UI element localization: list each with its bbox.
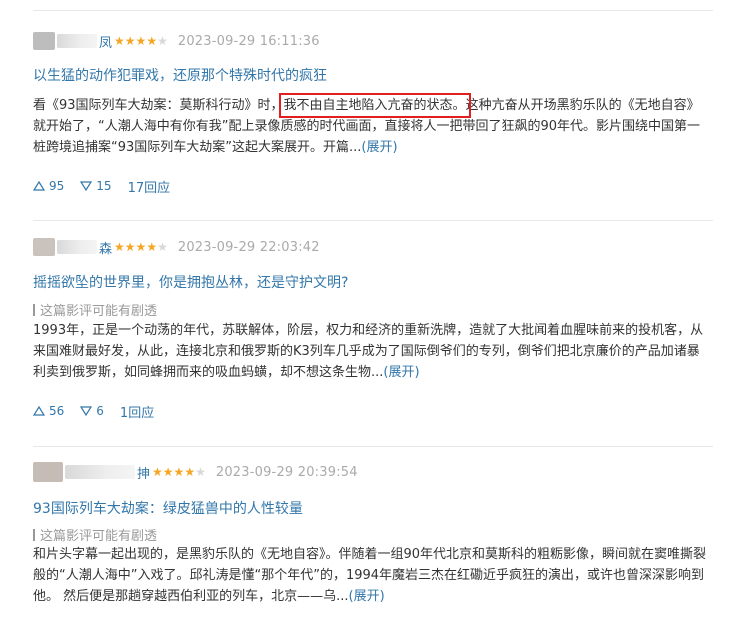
rating-stars: ★ ★ ★ ★ ★ xyxy=(114,35,168,47)
review-title[interactable]: 93国际列车大劫案：绿皮猛兽中的人性较量 xyxy=(33,498,303,518)
spoiler-bar xyxy=(33,304,35,316)
expand-link[interactable]: (展开) xyxy=(383,365,419,380)
review-header: 森 ★ ★ ★ ★ ★ 2023-09-29 22:03:42 xyxy=(33,237,320,257)
review-body: 看《93国际列车大劫案：莫斯科行动》时，我不由自主地陷入亢奋的状态。这种亢奋从开… xyxy=(33,93,708,158)
star-icon: ★ xyxy=(114,34,125,48)
spoiler-notice: 这篇影评可能有剧透 xyxy=(33,300,157,319)
upvote-count: 56 xyxy=(49,404,65,418)
review-header: 抻 ★ ★ ★ ★ ★ 2023-09-29 20:39:54 xyxy=(33,462,358,482)
upvote-button[interactable]: 95 xyxy=(33,179,64,193)
triangle-up-icon xyxy=(33,406,45,416)
username-blur xyxy=(65,465,135,479)
rating-stars: ★ ★ ★ ★ ★ xyxy=(114,241,168,253)
username-blur xyxy=(57,34,97,48)
star-empty-icon: ★ xyxy=(157,240,168,254)
reply-link[interactable]: 17回应 xyxy=(128,177,171,196)
downvote-count: 15 xyxy=(96,179,112,193)
review-body: 1993年，正是一个动荡的年代，苏联解体，阶层，权力和经济的重新洗牌，造就了大批… xyxy=(33,320,708,383)
upvote-button[interactable]: 56 xyxy=(33,404,64,418)
star-icon: ★ xyxy=(162,465,174,479)
expand-link[interactable]: (展开) xyxy=(349,589,385,604)
avatar[interactable] xyxy=(33,462,63,482)
username-blur xyxy=(57,240,97,254)
reply-link[interactable]: 1回应 xyxy=(120,402,154,421)
spoiler-notice: 这篇影评可能有剧透 xyxy=(33,525,157,544)
star-icon: ★ xyxy=(184,465,196,479)
review-time: 2023-09-29 22:03:42 xyxy=(177,239,320,255)
review-title[interactable]: 摇摇欲坠的世界里，你是拥抱丛林，还是守护文明? xyxy=(33,272,348,292)
username[interactable]: 抻 xyxy=(137,463,150,482)
review-body-prefix: 看《93国际列车大劫案：莫斯科行动》时， xyxy=(33,98,284,113)
star-icon: ★ xyxy=(173,465,185,479)
review-body-prefix: 1993年，正是一个动荡的年代，苏联解体，阶层，权力和经济的重新洗牌，造就了大批… xyxy=(33,323,704,380)
review-time: 2023-09-29 20:39:54 xyxy=(215,464,358,480)
avatar[interactable] xyxy=(33,238,55,256)
star-icon: ★ xyxy=(146,34,158,48)
username[interactable]: 森 xyxy=(99,238,112,257)
star-icon: ★ xyxy=(124,34,136,48)
username[interactable]: 凤 xyxy=(99,32,112,51)
top-divider xyxy=(33,10,713,11)
spoiler-text: 这篇影评可能有剧透 xyxy=(40,304,158,319)
downvote-button[interactable]: 6 xyxy=(80,404,104,418)
review-title[interactable]: 以生猛的动作犯罪戏，还原那个特殊时代的疯狂 xyxy=(33,65,327,85)
star-icon: ★ xyxy=(135,34,147,48)
rating-stars: ★ ★ ★ ★ ★ xyxy=(152,466,206,478)
star-icon: ★ xyxy=(152,465,163,479)
review-time: 2023-09-29 16:11:36 xyxy=(177,33,320,49)
star-empty-icon: ★ xyxy=(195,465,206,479)
triangle-down-icon xyxy=(80,406,93,416)
review-divider xyxy=(33,446,713,447)
downvote-button[interactable]: 15 xyxy=(80,179,112,193)
downvote-count: 6 xyxy=(96,404,104,418)
star-icon: ★ xyxy=(146,240,158,254)
review-header: 凤 ★ ★ ★ ★ ★ 2023-09-29 16:11:36 xyxy=(33,31,320,51)
review-actions: 56 6 1回应 xyxy=(33,401,154,421)
review-actions: 95 15 17回应 xyxy=(33,176,170,196)
expand-link[interactable]: (展开) xyxy=(361,140,397,155)
spoiler-bar xyxy=(33,529,35,541)
avatar[interactable] xyxy=(33,32,55,50)
triangle-up-icon xyxy=(33,181,45,191)
review-divider xyxy=(33,220,713,221)
star-empty-icon: ★ xyxy=(157,34,168,48)
triangle-down-icon xyxy=(80,181,93,191)
star-icon: ★ xyxy=(135,240,147,254)
upvote-count: 95 xyxy=(49,179,65,193)
star-icon: ★ xyxy=(124,240,136,254)
highlighted-sentence: 我不由自主地陷入亢奋的状态。 xyxy=(278,93,471,118)
review-body: 和片头字幕一起出现的，是黑豹乐队的《无地自容》。伴随着一组90年代北京和莫斯科的… xyxy=(33,544,708,607)
spoiler-text: 这篇影评可能有剧透 xyxy=(40,529,158,544)
star-icon: ★ xyxy=(114,240,125,254)
